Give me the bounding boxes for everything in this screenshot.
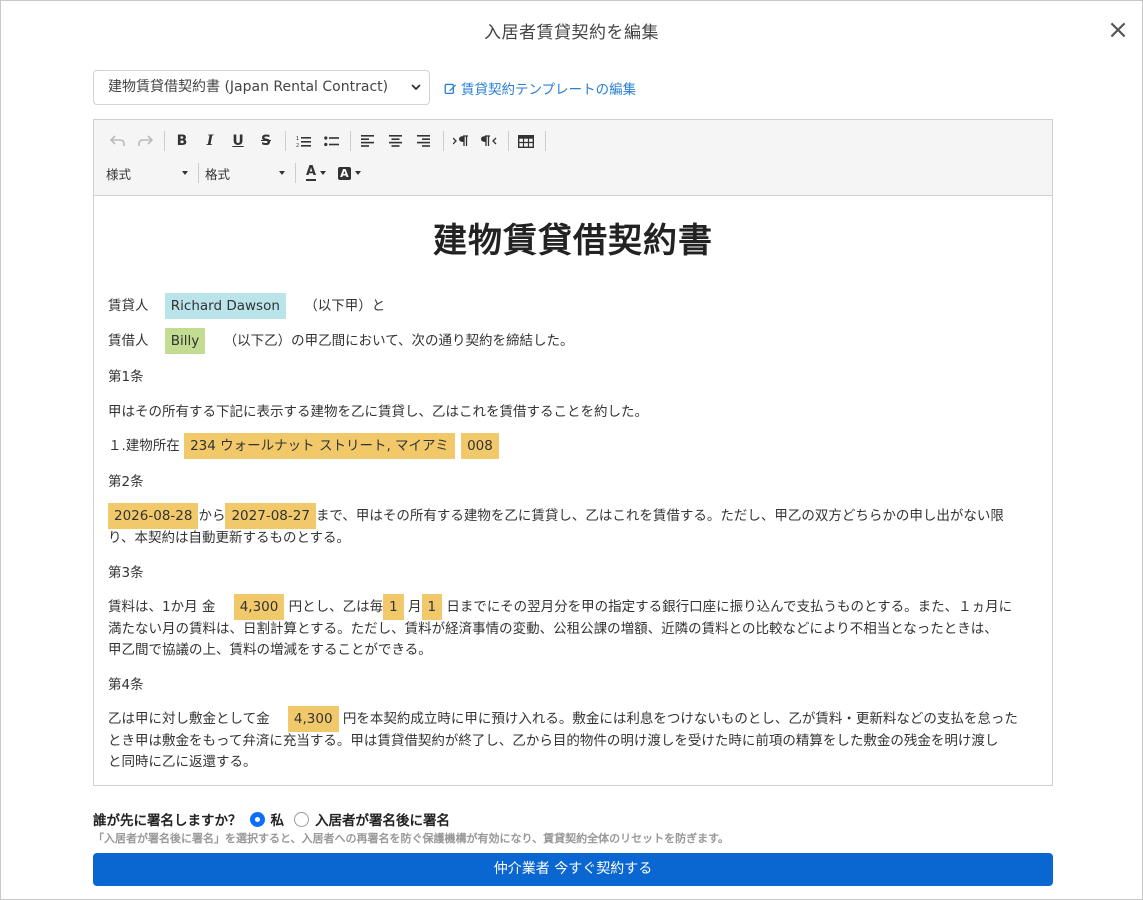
editor-content[interactable]: 建物賃貸借契約書 賃貸人 Richard Dawson （以下甲）と 賃借人 B…: [94, 197, 1052, 785]
start-date-field[interactable]: 2026-08-28: [108, 503, 199, 529]
lessee-name-field[interactable]: Billy: [164, 328, 206, 354]
article-4-title: 第4条: [108, 677, 144, 693]
edit-lease-modal: 入居者賃貸契約を編集 × 建物賃貸借契約書 (Japan Rental Cont…: [0, 0, 1143, 900]
article-1-title: 第1条: [108, 369, 144, 385]
caret-down-icon: [354, 171, 361, 175]
deposit-field[interactable]: 4,300: [287, 706, 339, 732]
rent-field[interactable]: 4,300: [233, 594, 285, 620]
from-text: から: [198, 508, 226, 524]
lessor-name-field[interactable]: Richard Dawson: [164, 293, 286, 319]
underline-button[interactable]: U: [227, 130, 249, 152]
modal-title: 入居者賃貸契約を編集: [484, 23, 659, 43]
article-3-line-3: 甲乙間で協議の上、賃料の増減をすることができる。: [108, 642, 432, 658]
toolbar-row-2: 様式 格式 A A: [106, 161, 361, 185]
toolbar-divider: [443, 131, 444, 151]
pay-month-field[interactable]: 1: [383, 594, 404, 620]
font-color-icon: A: [306, 164, 317, 181]
table-icon[interactable]: [515, 130, 537, 152]
font-color-button[interactable]: A: [306, 164, 327, 181]
format-dropdown[interactable]: 格式: [205, 164, 285, 183]
template-select-value: 建物賃貸借契約書 (Japan Rental Contract): [108, 79, 389, 95]
rich-text-editor: B I U S 12 様式 格式 A A 建物賃貸借契約書 賃貸人 Richar…: [93, 119, 1053, 786]
address-field[interactable]: 234 ウォールナット ストリート, マイアミ: [184, 433, 455, 459]
caret-down-icon: [320, 171, 327, 175]
edit-template-link[interactable]: 賃貸契約テンプレートの編集: [444, 78, 636, 98]
article-3-line-2: 満たない月の賃料は、日割計算とする。ただし、賃料が経済事情の変動、公租公課の増額…: [108, 621, 998, 637]
building-location-label: １.建物所在: [108, 438, 180, 454]
article-4-line-3: と同時に乙に返還する。: [108, 754, 257, 770]
format-dropdown-label: 格式: [205, 166, 231, 182]
end-date-field[interactable]: 2027-08-27: [225, 503, 316, 529]
toolbar-divider: [508, 131, 509, 151]
toolbar-divider: [545, 131, 546, 151]
svg-text:2: 2: [296, 143, 299, 148]
article-3-prefix: 賃料は、1か月 金: [108, 599, 216, 615]
lessor-label: 賃貸人: [108, 298, 149, 314]
sign-order-question: 誰が先に署名しますか？: [93, 813, 242, 829]
italic-button[interactable]: I: [199, 130, 221, 152]
caret-down-icon: [279, 171, 285, 175]
article-3-mid-1: 円とし、乙は毎: [288, 599, 384, 615]
article-4-text-a: 円を本契約成立時に甲に預け入れる。敷金には利息をつけないものとし、乙が賃料・更新…: [342, 711, 1018, 727]
background-color-icon: A: [338, 166, 351, 180]
document-title: 建物賃貸借契約書: [433, 221, 713, 261]
pay-day-field[interactable]: 1: [421, 594, 443, 620]
svg-text:1: 1: [296, 136, 299, 142]
article-3-line-1: 賃料は、1か月 金 4,300 円とし、乙は毎 1 月1 日までにその翌月分を甲の…: [108, 594, 1032, 620]
background-color-button[interactable]: A: [338, 166, 361, 180]
toolbar-divider: [285, 131, 286, 151]
sign-me-radio[interactable]: [249, 811, 265, 827]
rtl-icon[interactable]: [478, 130, 500, 152]
lessor-line: 賃貸人 Richard Dawson （以下甲）と: [108, 293, 1032, 319]
sign-order-group: 誰が先に署名しますか？ 私 入居者が署名後に署名: [93, 809, 450, 829]
caret-down-icon: [182, 171, 188, 175]
article-1-item: １.建物所在 234 ウォールナット ストリート, マイアミ 008: [108, 433, 1032, 459]
toolbar-divider: [198, 163, 199, 183]
article-3-title: 第3条: [108, 565, 144, 581]
article-2-line-1: 2026-08-28 から 2027-08-27 まで、甲はその所有する建物を乙に賃貸…: [108, 503, 1032, 529]
chevron-down-icon: [411, 84, 421, 91]
sign-after-tenant-label[interactable]: 入居者が署名後に署名: [315, 809, 450, 829]
sign-me-label[interactable]: 私: [271, 809, 285, 829]
article-4-line-1: 乙は甲に対し敷金として金 4,300 円を本契約成立時に甲に預け入れる。敷金には…: [108, 706, 1032, 732]
undo-icon[interactable]: [106, 130, 128, 152]
edit-template-link-label: 賃貸契約テンプレートの編集: [461, 82, 637, 98]
sign-after-tenant-radio[interactable]: [294, 811, 309, 827]
lessee-suffix: （以下乙）の甲乙間において、次の通り契約を締結した。: [223, 333, 574, 349]
template-select[interactable]: 建物賃貸借契約書 (Japan Rental Contract): [93, 70, 430, 105]
align-right-icon[interactable]: [413, 130, 435, 152]
unit-field[interactable]: 008: [461, 433, 499, 459]
strikethrough-button[interactable]: S: [255, 130, 277, 152]
ltr-icon[interactable]: [450, 130, 472, 152]
edit-icon: [444, 83, 457, 94]
article-4-line-2: とき甲は敷金をもって弁済に充当する。甲は賃貸借契約が終了し、乙から目的物件の明け…: [108, 733, 999, 749]
sign-order-help: 「入居者が署名後に署名」を選択すると、入居者への再署名を防ぐ保護機構が有効になり…: [93, 832, 730, 845]
article-1-text: 甲はその所有する下記に表示する建物を乙に賃貸し、乙はこれを賃借することを約した。: [108, 404, 648, 420]
redo-icon[interactable]: [134, 130, 156, 152]
article-3-mid-2: 月: [408, 599, 422, 615]
lessee-line: 賃借人 Billy （以下乙）の甲乙間において、次の通り契約を締結した。: [108, 328, 1032, 354]
editor-toolbar: B I U S 12 様式 格式 A A: [94, 120, 1052, 196]
style-dropdown[interactable]: 様式: [106, 164, 188, 183]
article-3-text-a: 日までにその翌月分を甲の指定する銀行口座に振り込んで支払うものとする。また、１ヵ…: [446, 599, 1013, 615]
align-center-icon[interactable]: [385, 130, 407, 152]
article-4-prefix: 乙は甲に対し敷金として金: [108, 711, 270, 727]
toolbar-divider: [295, 163, 296, 183]
bold-button[interactable]: B: [171, 130, 193, 152]
close-icon[interactable]: ×: [1106, 17, 1130, 43]
article-2-line-2: り、本契約は自動更新するものとする。: [108, 530, 351, 546]
bullet-list-icon[interactable]: [320, 130, 342, 152]
sign-now-button[interactable]: 仲介業者 今すぐ契約する: [93, 853, 1053, 886]
toolbar-row-1: B I U S 12: [106, 129, 552, 153]
lessor-suffix: （以下甲）と: [304, 298, 386, 314]
article-2-text-a: まで、甲はその所有する建物を乙に賃貸し、乙はこれを賃借する。ただし、甲乙の双方ど…: [315, 508, 1004, 524]
lessee-label: 賃借人: [108, 333, 149, 349]
style-dropdown-label: 様式: [106, 166, 132, 182]
numbered-list-icon[interactable]: 12: [292, 130, 314, 152]
toolbar-divider: [350, 131, 351, 151]
article-2-title: 第2条: [108, 474, 144, 490]
toolbar-divider: [164, 131, 165, 151]
align-left-icon[interactable]: [357, 130, 379, 152]
